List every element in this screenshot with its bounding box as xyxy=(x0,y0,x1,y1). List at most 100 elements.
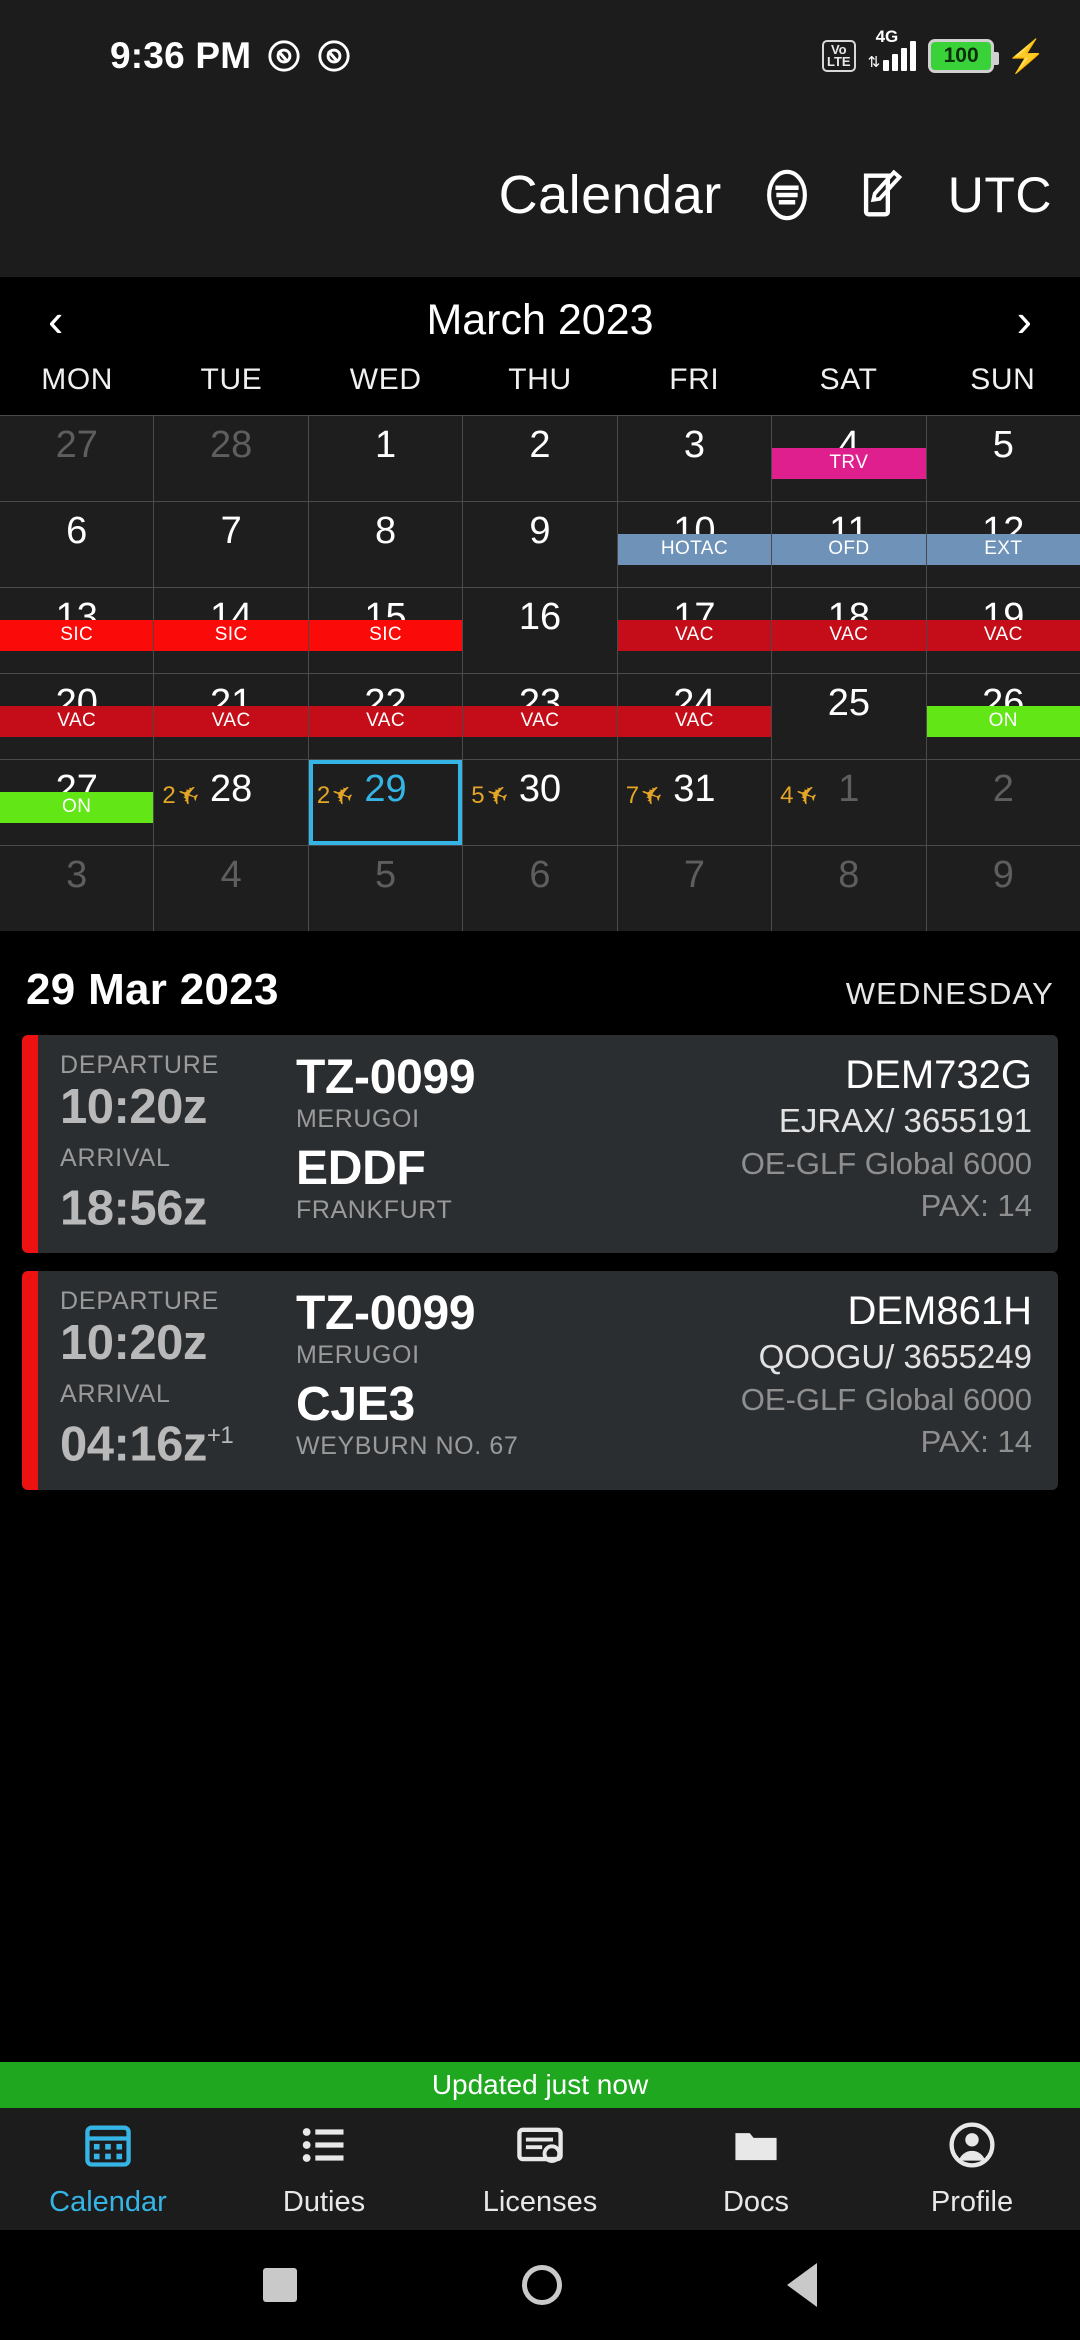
calendar-day-cell[interactable]: 2 ✈ 28 xyxy=(154,760,308,845)
calendar-day-cell[interactable]: 19 VAC xyxy=(926,588,1080,673)
nav-label: Docs xyxy=(722,2186,790,2218)
list-icon xyxy=(298,2119,350,2176)
calendar-day-cell[interactable]: 2 ✈ 29 xyxy=(308,760,463,845)
calendar-day-cell[interactable]: 14 SIC xyxy=(154,588,308,673)
nav-tab-licenses[interactable]: Licenses xyxy=(432,2119,648,2219)
flight-card[interactable]: DEPARTURE 10:20z ARRIVAL 18:56z TZ-0099 … xyxy=(22,1035,1058,1254)
license-card-icon xyxy=(514,2119,566,2176)
day-number: 4 xyxy=(220,854,242,896)
flight-route-column: TZ-0099 MERUGOI EDDF FRANKFURT xyxy=(290,1051,702,1235)
flight-id: DEM732G xyxy=(845,1053,1032,1097)
flight-route-column: TZ-0099 MERUGOI CJE3 WEYBURN NO. 67 xyxy=(290,1287,702,1471)
calendar-day-cell[interactable]: 21 VAC xyxy=(154,674,308,759)
nav-label: Duties xyxy=(282,2186,366,2218)
day-badge: VAC xyxy=(154,706,308,737)
calendar-day-cell[interactable]: 27 xyxy=(0,416,154,501)
calendar-day-cell[interactable]: 18 VAC xyxy=(772,588,926,673)
day-badge: VAC xyxy=(308,706,463,737)
nav-tab-calendar[interactable]: Calendar xyxy=(0,2119,216,2219)
calendar-day-cell[interactable]: 4 ✈ 1 xyxy=(772,760,926,845)
card-status-stripe xyxy=(22,1035,38,1254)
calendar-day-cell[interactable]: 23 VAC xyxy=(463,674,617,759)
calendar-day-cell[interactable]: 17 VAC xyxy=(617,588,772,673)
calendar-day-cell[interactable]: 8 xyxy=(772,846,926,931)
calendar-day-cell[interactable]: 20 VAC xyxy=(0,674,154,759)
calendar-day-cell[interactable]: 7 xyxy=(617,846,772,931)
calendar-day-cell[interactable]: 9 xyxy=(463,502,617,587)
crew-reference: QOOGU/ 3655249 xyxy=(758,1338,1032,1376)
battery-icon: 100 xyxy=(928,39,1000,73)
page-title: Calendar xyxy=(498,164,722,225)
weekday-label: FRI xyxy=(669,363,720,396)
day-number: 7 xyxy=(683,854,705,896)
calendar-day-cell[interactable]: 11 OFD xyxy=(772,502,926,587)
day-number: 7 xyxy=(220,510,242,552)
circle-icon[interactable] xyxy=(521,2265,562,2305)
calendar-day-cell[interactable]: 7 xyxy=(154,502,308,587)
calendar-day-cell[interactable]: 24 VAC xyxy=(617,674,772,759)
network-type-label: 4G xyxy=(875,27,899,46)
calendar-day-cell[interactable]: 6 xyxy=(0,502,154,587)
day-badge: TRV xyxy=(772,448,926,479)
calendar-day-cell[interactable]: 26 ON xyxy=(926,674,1080,759)
status-bar-right: Vo LTE 4G ⇅ 100 ⚡ xyxy=(821,27,1046,73)
day-badge: SIC xyxy=(308,620,463,651)
nav-label: Licenses xyxy=(482,2186,598,2218)
next-month-button[interactable]: › xyxy=(972,297,1032,343)
day-number: 28 xyxy=(209,768,253,810)
calendar-day-cell[interactable]: 2 xyxy=(463,416,617,501)
calendar-day-cell[interactable]: 2 xyxy=(926,760,1080,845)
nav-tab-duties[interactable]: Duties xyxy=(216,2119,432,2219)
calendar-day-cell[interactable]: 25 xyxy=(772,674,926,759)
calendar-day-cell[interactable]: 13 SIC xyxy=(0,588,154,673)
square-icon[interactable] xyxy=(262,2268,297,2302)
day-badge: VAC xyxy=(926,620,1080,651)
updated-status-bar: Updated just now xyxy=(0,2062,1080,2108)
day-badge: OFD xyxy=(772,534,926,565)
weekday-label: WED xyxy=(349,363,422,396)
nav-label: Calendar xyxy=(49,2186,167,2218)
calendar-day-cell[interactable]: 5 xyxy=(308,846,463,931)
calendar-day-cell[interactable]: 5 xyxy=(926,416,1080,501)
calendar-day-cell[interactable]: 6 xyxy=(463,846,617,931)
day-number: 2 xyxy=(529,424,551,466)
calendar-day-cell[interactable]: 5 ✈ 30 xyxy=(463,760,617,845)
prev-month-button[interactable]: ‹ xyxy=(48,297,108,343)
calendar-day-cell[interactable]: 9 xyxy=(926,846,1080,931)
airplane-icon: ✈ xyxy=(635,777,667,813)
timezone-label[interactable]: UTC xyxy=(948,166,1052,224)
bottom-navigation: Calendar Duties Licenses Docs Profile xyxy=(0,2108,1080,2230)
airplane-icon: ✈ xyxy=(172,777,204,813)
calendar-day-cell[interactable]: 22 VAC xyxy=(308,674,463,759)
calendar-day-cell[interactable]: 16 xyxy=(463,588,617,673)
day-number: 16 xyxy=(518,596,562,638)
compose-icon[interactable] xyxy=(852,164,914,226)
calendar-day-cell[interactable]: 15 SIC xyxy=(308,588,463,673)
calendar-day-cell[interactable]: 8 xyxy=(308,502,463,587)
calendar-day-cell[interactable]: 1 xyxy=(308,416,463,501)
calendar-day-cell[interactable]: 4 xyxy=(154,846,308,931)
nav-tab-docs[interactable]: Docs xyxy=(648,2119,864,2219)
calendar-day-cell[interactable]: 27 ON xyxy=(0,760,154,845)
flight-times-column: DEPARTURE 10:20z ARRIVAL 18:56z xyxy=(60,1051,290,1235)
app-header: Calendar UTC xyxy=(0,112,1080,277)
day-number: 31 xyxy=(673,768,716,810)
nav-tab-profile[interactable]: Profile xyxy=(864,2119,1080,2219)
aircraft-type: OE-GLF Global 6000 xyxy=(740,1146,1032,1181)
calendar-day-cell[interactable]: 7 ✈ 31 xyxy=(617,760,772,845)
departure-code: TZ-0099 xyxy=(296,1287,476,1341)
calendar-day-cell[interactable]: 3 xyxy=(617,416,772,501)
calendar-day-cell[interactable]: 4 TRV xyxy=(772,416,926,501)
triangle-back-icon[interactable] xyxy=(787,2263,818,2307)
filter-icon[interactable] xyxy=(756,164,818,226)
flight-id: DEM861H xyxy=(847,1289,1032,1334)
calendar-day-cell[interactable]: 10 HOTAC xyxy=(617,502,772,587)
calendar-day-cell[interactable]: 3 xyxy=(0,846,154,931)
day-badge: VAC xyxy=(0,706,154,737)
airplane-icon: ✈ xyxy=(481,777,513,813)
flight-card[interactable]: DEPARTURE 10:20z ARRIVAL 04:16z+1 TZ-009… xyxy=(22,1271,1058,1490)
calendar-day-cell[interactable]: 28 xyxy=(154,416,308,501)
calendar-grid[interactable]: 27 28 1 2 3 4 TRV 5 6 7 8 9 10 HOTAC 11 OFD 12 EXT 13 SIC 14… xyxy=(0,415,1080,931)
day-number: 3 xyxy=(66,854,88,896)
calendar-day-cell[interactable]: 12 EXT xyxy=(926,502,1080,587)
